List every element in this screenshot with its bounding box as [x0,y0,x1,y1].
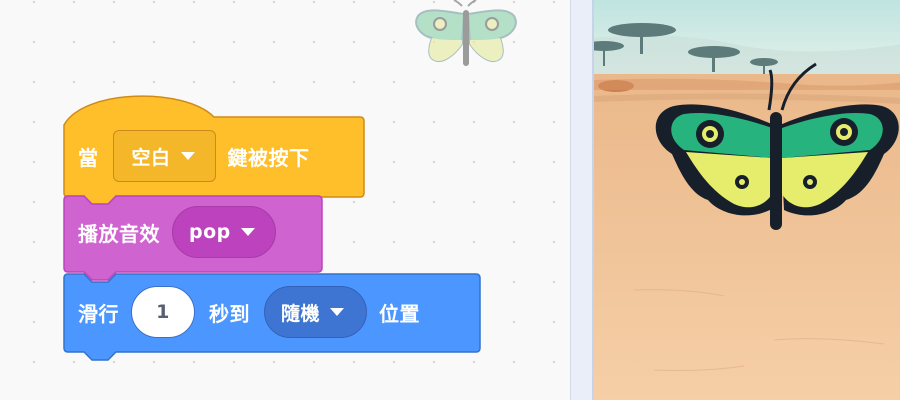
workspace-scrollbar[interactable] [562,0,570,400]
position-label: 位置 [379,301,421,326]
glide-to-block[interactable]: 滑行 1 秒到 隨機 位置 [63,272,481,364]
when-key-pressed-block[interactable]: 當 空白 鍵被按下 [63,95,365,206]
sound-value: pop [189,221,231,243]
play-sound-label: 播放音效 [78,221,160,246]
stage-backdrop [594,0,900,400]
play-sound-block[interactable]: 播放音效 pop [63,195,323,281]
key-dropdown[interactable]: 空白 [112,130,216,182]
target-dropdown[interactable]: 隨機 [264,286,368,338]
caret-down-icon [330,308,345,316]
target-value: 隨機 [281,302,321,325]
seconds-to-label: 秒到 [209,301,250,326]
glide-label: 滑行 [78,301,119,326]
caret-down-icon [180,152,195,160]
when-label: 當 [78,145,99,170]
key-pressed-label: 鍵被按下 [227,145,310,170]
butterfly-sprite-thumbnail-icon [415,0,517,66]
key-value: 空白 [131,146,171,169]
stage[interactable] [592,0,900,400]
seconds-input[interactable]: 1 [131,286,195,338]
stage-divider [570,0,592,400]
caret-down-icon [240,228,255,236]
code-workspace[interactable]: 當 空白 鍵被按下 播放音效 pop 滑行 1 秒到 隨機 位置 [0,0,570,400]
sound-dropdown[interactable]: pop [172,206,276,258]
